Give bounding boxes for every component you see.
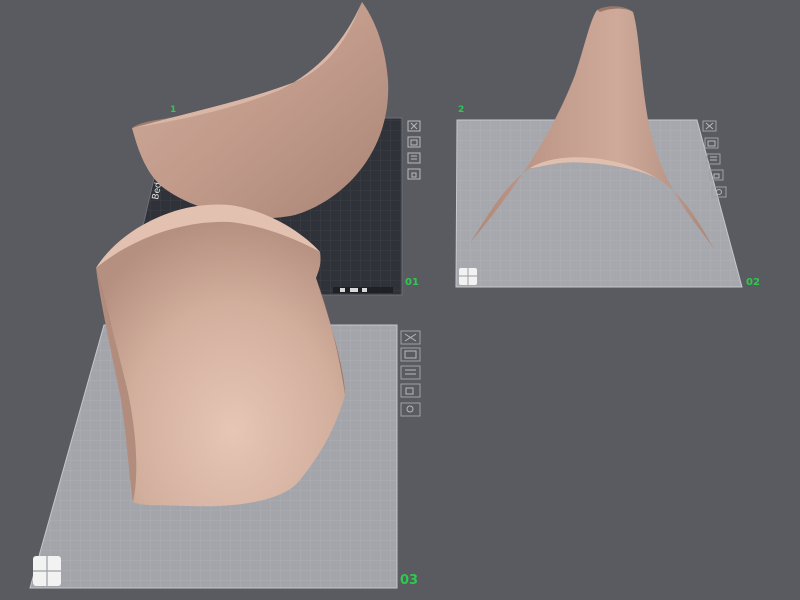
plate-corner-icon: [459, 268, 477, 285]
close-icon[interactable]: [407, 120, 421, 132]
plate-number: 01: [405, 277, 419, 288]
lock-icon[interactable]: [407, 168, 421, 180]
close-icon[interactable]: [400, 330, 421, 345]
settings-icon[interactable]: [407, 152, 421, 164]
settings-icon[interactable]: [400, 365, 421, 380]
camera-icon[interactable]: [407, 136, 421, 148]
model-curved-sheet[interactable]: [96, 204, 345, 507]
camera-icon[interactable]: [400, 347, 421, 362]
build-plate-scene: 02 2 Bed Plate 01 1: [29, 2, 760, 589]
build-plate-02[interactable]: 02 2: [455, 6, 760, 288]
nozzle-icon: [350, 288, 358, 292]
eye-icon[interactable]: [400, 402, 421, 417]
plate-bottom-icons: [333, 287, 393, 293]
plate-toolbar: [400, 330, 421, 417]
plate-toolbar: [407, 120, 421, 180]
plate-number: 02: [746, 277, 760, 288]
fan-icon: [362, 288, 367, 292]
plate-corner-icon: [33, 556, 61, 586]
plate-number: 03: [400, 573, 418, 588]
camera-icon[interactable]: [704, 137, 719, 149]
close-icon[interactable]: [702, 120, 717, 132]
lock-icon[interactable]: [400, 383, 421, 398]
bed-icon: [340, 288, 345, 292]
plate-marker: 2: [458, 105, 464, 115]
plate-marker: 1: [170, 105, 176, 115]
